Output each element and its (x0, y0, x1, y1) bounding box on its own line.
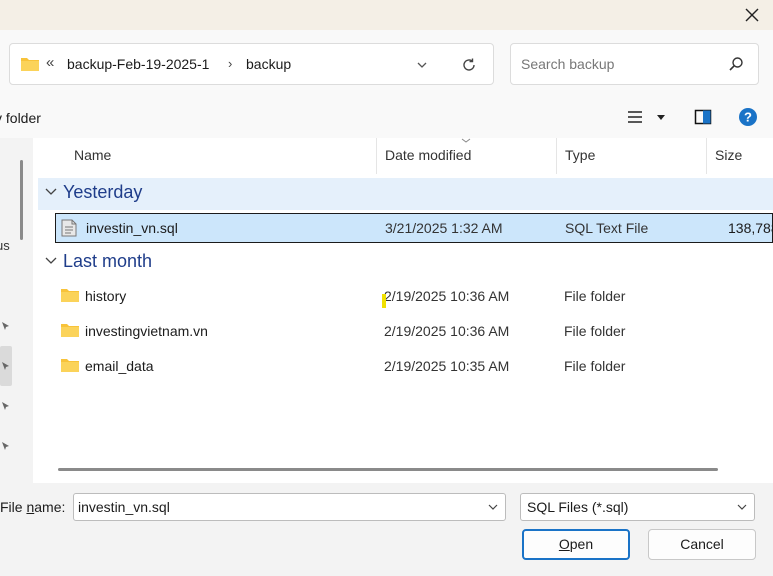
nav-item-label[interactable]: us (0, 238, 10, 253)
svg-text:?: ? (744, 110, 752, 125)
help-icon[interactable]: ? (738, 107, 758, 127)
folder-date: 2/19/2025 10:35 AM (384, 358, 510, 374)
view-options-icon[interactable] (626, 109, 644, 125)
column-headers: Name Date modified Type Size (33, 138, 773, 174)
horizontal-scrollbar[interactable] (58, 468, 718, 471)
chevron-down-icon[interactable] (415, 58, 429, 72)
open-button[interactable]: Open (522, 529, 630, 560)
file-type-select[interactable]: SQL Files (*.sql) (520, 493, 755, 521)
search-icon[interactable] (728, 56, 744, 72)
folder-name: email_data (85, 358, 154, 374)
folder-name: history (85, 288, 127, 304)
dialog-footer: File name: SQL Files (*.sql) Open Cancel (0, 483, 773, 576)
refresh-icon[interactable] (460, 56, 478, 74)
group-label: Yesterday (63, 182, 143, 202)
file-size: 138,788 KB (728, 220, 773, 236)
search-box[interactable]: Search backup (510, 43, 759, 85)
navigation-toolbar: « backup-Feb-19-2025-1 › backup Search b… (0, 30, 773, 98)
pin-icon (2, 322, 9, 330)
title-bar (0, 0, 773, 30)
group-header-yesterday[interactable]: Yesterday (38, 178, 773, 210)
file-type: SQL Text File (565, 220, 649, 236)
pin-icon (2, 402, 9, 410)
column-divider[interactable] (376, 138, 377, 174)
file-list: Name Date modified Type Size Yesterday i… (33, 138, 773, 483)
folder-type: File folder (564, 288, 626, 304)
pin-icon (2, 362, 9, 370)
folder-date: 2/19/2025 10:36 AM (384, 323, 510, 339)
navigation-pane: us (0, 138, 33, 483)
file-name: investin_vn.sql (86, 220, 178, 236)
breadcrumb-item[interactable]: backup-Feb-19-2025-1 (67, 56, 209, 72)
folder-name: investingvietnam.vn (85, 323, 208, 339)
breadcrumb-item[interactable]: backup (246, 56, 291, 72)
folder-type: File folder (564, 323, 626, 339)
preview-pane-icon[interactable] (694, 109, 712, 125)
folder-icon (61, 324, 79, 337)
cancel-button[interactable]: Cancel (648, 529, 756, 560)
pin-icon (2, 442, 9, 450)
group-header-last-month[interactable]: Last month (38, 247, 773, 279)
chevron-down-icon[interactable] (736, 502, 748, 512)
chevron-down-icon[interactable] (44, 187, 58, 197)
command-bar: v folder ? (0, 98, 773, 138)
folder-date: 2/19/2025 10:36 AM (384, 288, 510, 304)
file-row[interactable]: investin_vn.sql 3/21/2025 1:32 AM SQL Te… (55, 213, 773, 243)
column-header-size[interactable]: Size (715, 138, 742, 174)
nav-scrollbar[interactable] (20, 160, 23, 240)
folder-row[interactable]: history 2/19/2025 10:36 AM File folder (55, 282, 773, 312)
chevron-down-icon[interactable] (487, 502, 499, 512)
column-divider[interactable] (706, 138, 707, 174)
file-name-label: File name: (0, 499, 66, 515)
breadcrumb-separator[interactable]: › (228, 56, 232, 71)
column-header-date-modified[interactable]: Date modified (385, 138, 471, 174)
close-icon[interactable] (741, 4, 763, 26)
column-divider[interactable] (556, 138, 557, 174)
folder-type: File folder (564, 358, 626, 374)
sql-file-icon (61, 219, 77, 237)
address-bar[interactable]: « backup-Feb-19-2025-1 › backup (9, 43, 494, 85)
file-name-combobox[interactable] (73, 493, 506, 521)
file-name-input[interactable] (78, 497, 478, 517)
folder-icon (21, 58, 39, 71)
group-label: Last month (63, 251, 153, 271)
search-placeholder[interactable]: Search backup (521, 56, 614, 72)
folder-row[interactable]: email_data 2/19/2025 10:35 AM File folde… (55, 352, 773, 382)
folder-icon (61, 359, 79, 372)
caret-down-icon[interactable] (656, 112, 666, 122)
folder-icon (61, 289, 79, 302)
file-type-value: SQL Files (*.sql) (527, 499, 629, 515)
text-cursor-marker (382, 294, 386, 308)
folder-row[interactable]: investingvietnam.vn 2/19/2025 10:36 AM F… (55, 317, 773, 347)
column-header-name[interactable]: Name (74, 138, 111, 174)
new-folder-button[interactable]: v folder (0, 110, 41, 126)
overflow-chevron[interactable]: « (46, 54, 54, 71)
file-date: 3/21/2025 1:32 AM (385, 220, 503, 236)
column-header-type[interactable]: Type (565, 138, 595, 174)
chevron-down-icon[interactable] (44, 256, 58, 266)
